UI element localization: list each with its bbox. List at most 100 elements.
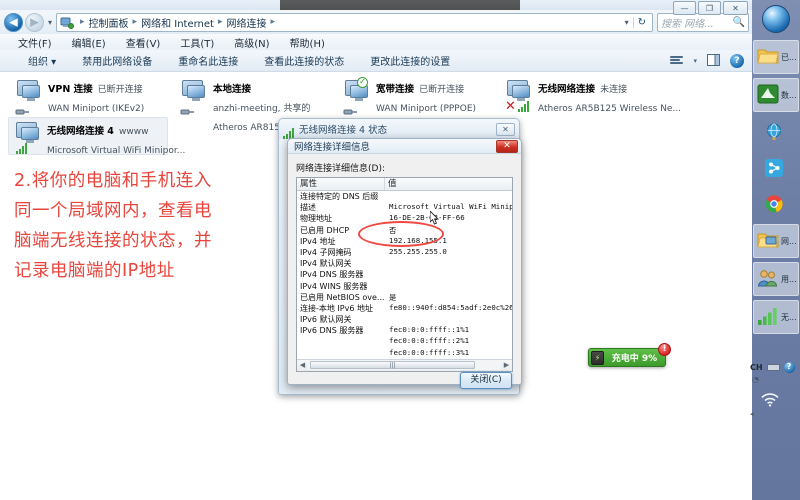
dock-item-signal[interactable]: 无... (753, 300, 799, 334)
table-row[interactable]: 物理地址 16-DE-2B-68-FF-66 (297, 213, 512, 224)
status-dialog-close-button[interactable]: ✕ (496, 122, 515, 136)
row-property: 描述 (300, 203, 316, 213)
tray-expand-caret-icon[interactable]: ◂ (750, 410, 754, 418)
green-check-icon: ✓ (357, 77, 368, 88)
dock-item-blue-share[interactable] (753, 152, 799, 186)
breadcrumb-item-0[interactable]: 控制面板 (88, 15, 130, 30)
details-table-header: 属性 值 (297, 178, 512, 191)
scroll-right-arrow-icon[interactable]: ▶ (501, 361, 512, 369)
table-row[interactable]: IPv4 子网掩码 255.255.255.0 (297, 247, 512, 258)
battery-toast-text: 充电中 9% (611, 354, 658, 364)
connection-text: 本地连接 anzhi-meeting, 共享的 Atheros AR8152/8… (213, 76, 359, 133)
column-header-property: 属性 (297, 178, 385, 190)
disable-device-button[interactable]: 禁用此网络设备 (82, 53, 152, 68)
details-section-label: 网络连接详细信息(D): (296, 164, 385, 174)
maximize-button[interactable]: ❐ (698, 1, 721, 15)
horizontal-scrollbar[interactable]: ◀ ||| ▶ (297, 358, 512, 371)
table-row[interactable]: IPv6 默认网关 (297, 314, 512, 325)
forward-button[interactable]: ▶ (25, 12, 44, 32)
menu-bar: 文件(F) 编辑(E) 查看(V) 工具(T) 高级(N) 帮助(H) (0, 34, 752, 50)
command-bar-right: ▾ ? (670, 51, 744, 70)
menu-view[interactable]: 查看(V) (126, 35, 161, 50)
connection-item-wireless-4[interactable]: 无线网络连接 4 wwww Microsoft Virtual WiFi Min… (8, 117, 185, 156)
scrollbar-thumb[interactable]: ||| (310, 361, 475, 370)
connection-item-local[interactable]: 本地连接 anzhi-meeting, 共享的 Atheros AR8152/8… (175, 76, 359, 133)
dock-item-folder[interactable]: 已... (753, 40, 799, 74)
view-chevron-down-icon[interactable]: ▾ (693, 57, 697, 65)
plug-icon (343, 102, 358, 115)
organize-button[interactable]: 组织 ▾ (28, 53, 56, 68)
dock-item-green-app[interactable]: 数... (753, 78, 799, 112)
signal-bars-icon (16, 143, 29, 154)
help-icon[interactable]: ? (783, 362, 795, 373)
details-dialog-footer: 关闭(C) (288, 371, 521, 389)
table-row[interactable]: 已启用 DHCP 否 (297, 225, 512, 236)
view-status-button[interactable]: 查看此连接的状态 (264, 53, 344, 68)
breadcrumb-item-1[interactable]: 网络和 Internet (140, 15, 215, 30)
table-row[interactable]: 描述 Microsoft Virtual WiFi Miniport A (297, 202, 512, 213)
scrollbar-track[interactable]: ||| (308, 360, 501, 371)
close-button[interactable]: 关闭(C) (460, 371, 512, 389)
dock-item-globe[interactable] (753, 116, 799, 150)
table-row[interactable]: 已启用 NetBIOS ove... 是 (297, 292, 512, 303)
dock-item-network-folder[interactable]: 网... (753, 224, 799, 258)
breadcrumb-sep-0: ▸ (80, 17, 85, 27)
table-row[interactable]: IPv4 地址 192.168.155.1 (297, 236, 512, 247)
table-row[interactable]: IPv4 DNS 服务器 (297, 269, 512, 280)
connection-item-vpn[interactable]: VPN 连接 已断开连接 WAN Miniport (IKEv2) (10, 76, 162, 115)
table-row[interactable]: IPv4 默认网关 (297, 258, 512, 269)
system-tray: CH ? ◔ ◂ (748, 362, 800, 422)
details-dialog-close-button[interactable]: ✕ (496, 139, 518, 153)
status-dialog-title: 无线网络连接 4 状态 (299, 125, 388, 136)
row-value (385, 281, 512, 292)
column-header-value: 值 (388, 179, 397, 189)
battery-toast[interactable]: 充电中 9% ! (588, 343, 671, 367)
minimize-button[interactable]: — (673, 1, 696, 15)
dock-item-users[interactable]: 用... (753, 262, 799, 296)
scroll-left-arrow-icon[interactable]: ◀ (297, 361, 308, 369)
back-button[interactable]: ◀ (4, 12, 23, 32)
windows-start-orb-icon[interactable] (762, 5, 790, 33)
help-icon[interactable]: ? (730, 53, 744, 68)
ime-indicator[interactable]: CH (750, 363, 763, 372)
breadcrumb-item-2[interactable]: 网络连接 (226, 15, 268, 30)
table-row[interactable]: fec0:0:0:ffff::3%1 (297, 348, 512, 359)
refresh-icon[interactable]: ↻ (632, 16, 650, 28)
ime-options-icon[interactable]: ◔ (752, 375, 759, 384)
keyboard-icon[interactable] (766, 364, 780, 371)
history-chevron-icon[interactable]: ▾ (48, 18, 52, 27)
table-row[interactable]: IPv6 DNS 服务器 fec0:0:0:ffff::1%1 (297, 325, 512, 336)
signal-bars-icon (757, 306, 779, 328)
row-property (297, 336, 385, 347)
search-box[interactable]: 搜索 网络... 🔍 (657, 12, 749, 32)
address-bar[interactable]: ▸ 控制面板 ▸ 网络和 Internet ▸ 网络连接 ▸ ▾ ↻ (56, 12, 653, 32)
wifi-icon[interactable] (760, 392, 780, 407)
row-property: IPv4 子网掩码 (300, 247, 352, 257)
table-row[interactable]: 连接特定的 DNS 后缀 (297, 191, 512, 202)
dock-item-chrome[interactable] (753, 188, 799, 222)
address-chevron-down-icon[interactable]: ▾ (621, 18, 633, 27)
menu-edit[interactable]: 编辑(E) (72, 35, 106, 50)
row-property (297, 348, 385, 359)
start-orb-area[interactable] (752, 0, 800, 38)
search-input[interactable]: 搜索 网络... (661, 15, 733, 30)
change-settings-button[interactable]: 更改此连接的设置 (370, 53, 450, 68)
row-value (385, 191, 512, 202)
menu-help[interactable]: 帮助(H) (290, 35, 325, 50)
preview-pane-icon[interactable] (707, 51, 720, 70)
menu-file[interactable]: 文件(F) (18, 35, 52, 50)
row-value: fec0:0:0:ffff::2%1 (389, 336, 470, 346)
table-row[interactable]: fec0:0:0:ffff::2%1 (297, 336, 512, 347)
rename-connection-button[interactable]: 重命名此连接 (178, 53, 238, 68)
view-layout-icon[interactable] (670, 55, 684, 66)
details-dialog-titlebar: 网络连接详细信息 ✕ (288, 139, 521, 154)
connection-item-wireless[interactable]: ✕ 无线网络连接 未连接 Atheros AR5B125 Wireless Ne… (500, 76, 681, 114)
network-details-dialog: 网络连接详细信息 ✕ 网络连接详细信息(D): 属性 值 连接特定的 DNS 后… (287, 138, 522, 389)
close-button[interactable]: ✕ (723, 1, 748, 15)
table-row[interactable]: IPv4 WINS 服务器 (297, 281, 512, 292)
table-row[interactable]: 连接-本地 IPv6 地址 fe80::940f:d854:5adf:2e0c%2… (297, 303, 512, 314)
menu-tools[interactable]: 工具(T) (180, 35, 214, 50)
connection-status: anzhi-meeting, 共享的 (213, 104, 311, 114)
connection-item-broadband[interactable]: ✓ 宽带连接 已断开连接 WAN Miniport (PPPOE) (338, 76, 490, 115)
menu-advanced[interactable]: 高级(N) (234, 35, 269, 50)
